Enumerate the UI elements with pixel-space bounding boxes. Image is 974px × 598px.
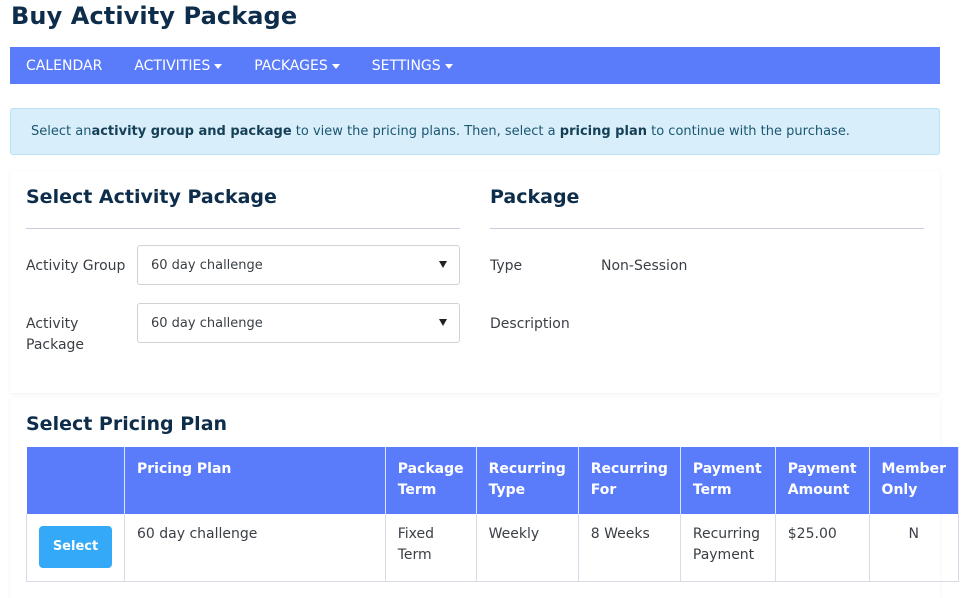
package-title: Package bbox=[490, 186, 580, 208]
header-text: Package bbox=[397, 461, 464, 477]
header-text: Only bbox=[881, 482, 918, 498]
cell-action: Select bbox=[26, 514, 125, 582]
header-text: Payment bbox=[787, 461, 857, 477]
cell-text: Payment bbox=[692, 547, 755, 563]
header-text: Term bbox=[692, 482, 732, 498]
cell-recurring-type: Weekly bbox=[476, 514, 579, 582]
header-text: Type bbox=[488, 482, 526, 498]
page-title: Buy Activity Package bbox=[11, 2, 298, 30]
cell-recurring-for: 8 Weeks bbox=[578, 514, 681, 582]
dropdown-arrow-icon bbox=[439, 261, 447, 268]
nav-packages[interactable]: PACKAGES bbox=[238, 47, 356, 84]
cell-text: Term bbox=[397, 547, 432, 563]
header-text: Recurring bbox=[488, 461, 566, 477]
alert-text-1: Select an bbox=[31, 124, 92, 139]
header-recurring-type: Recurring Type bbox=[476, 447, 579, 514]
pricing-plan-title: Select Pricing Plan bbox=[26, 413, 228, 435]
info-alert: Select an activity group and package to … bbox=[10, 108, 940, 155]
nav-activities-label: ACTIVITIES bbox=[134, 57, 211, 74]
nav-packages-label: PACKAGES bbox=[254, 57, 328, 74]
header-text: Member bbox=[881, 461, 946, 477]
table-row: Select 60 day challenge Fixed Term Weekly… bbox=[26, 514, 960, 582]
pricing-table: Pricing Plan Package Term Recurring Type R… bbox=[26, 447, 960, 582]
divider bbox=[490, 228, 924, 229]
nav-settings[interactable]: SETTINGS bbox=[356, 47, 469, 84]
table-header-row: Pricing Plan Package Term Recurring Type R… bbox=[26, 447, 960, 514]
select-package-title: Select Activity Package bbox=[26, 186, 277, 208]
nav-settings-label: SETTINGS bbox=[371, 57, 441, 74]
nav-calendar-label: CALENDAR bbox=[26, 57, 103, 74]
alert-text-2: to view the pricing plans. Then, select … bbox=[291, 124, 560, 139]
package-type-value: Non-Session bbox=[601, 258, 688, 274]
activity-package-label: Activity Package bbox=[26, 314, 84, 356]
header-text: Term bbox=[397, 482, 437, 498]
activity-package-value: 60 day challenge bbox=[151, 315, 263, 331]
cell-member-only: N bbox=[869, 514, 960, 582]
header-pricing-plan: Pricing Plan bbox=[124, 447, 386, 514]
cell-package-term: Fixed Term bbox=[385, 514, 477, 582]
alert-bold-2: pricing plan bbox=[559, 124, 647, 139]
alert-text-3: to continue with the purchase. bbox=[646, 124, 850, 139]
header-recurring-for: Recurring For bbox=[578, 447, 681, 514]
activity-package-label-line1: Activity bbox=[26, 316, 79, 332]
nav-activities[interactable]: ACTIVITIES bbox=[118, 47, 238, 84]
package-description-label: Description bbox=[490, 316, 570, 332]
cell-pricing-plan: 60 day challenge bbox=[124, 514, 386, 582]
caret-down-icon bbox=[214, 63, 223, 69]
header-payment-term: Payment Term bbox=[680, 447, 776, 514]
header-text: For bbox=[590, 482, 617, 498]
header-payment-amount: Payment Amount bbox=[775, 447, 870, 514]
cell-payment-amount: $25.00 bbox=[775, 514, 870, 582]
activity-group-select[interactable]: 60 day challenge bbox=[137, 245, 460, 285]
select-plan-button[interactable]: Select bbox=[39, 526, 112, 568]
divider bbox=[26, 228, 460, 229]
top-navbar: CALENDAR ACTIVITIES PACKAGES SETTINGS bbox=[10, 47, 940, 84]
header-action bbox=[26, 447, 125, 514]
caret-down-icon bbox=[331, 63, 340, 69]
activity-package-label-line2: Package bbox=[26, 337, 85, 353]
cell-payment-term: Recurring Payment bbox=[680, 514, 776, 582]
nav-calendar[interactable]: CALENDAR bbox=[10, 47, 118, 84]
header-text: Payment bbox=[692, 461, 762, 477]
caret-down-icon bbox=[444, 63, 453, 69]
activity-group-value: 60 day challenge bbox=[151, 257, 263, 273]
header-text: Amount bbox=[787, 482, 850, 498]
dropdown-arrow-icon bbox=[439, 319, 447, 326]
header-text: Recurring bbox=[590, 461, 668, 477]
header-package-term: Package Term bbox=[385, 447, 477, 514]
header-member-only: Member Only bbox=[869, 447, 960, 514]
activity-group-label: Activity Group bbox=[26, 258, 126, 274]
activity-package-select[interactable]: 60 day challenge bbox=[137, 303, 460, 343]
alert-bold-1: activity group and package bbox=[91, 124, 292, 139]
cell-text: Fixed bbox=[397, 526, 434, 542]
package-type-label: Type bbox=[490, 258, 523, 274]
cell-text: Recurring bbox=[692, 526, 761, 542]
